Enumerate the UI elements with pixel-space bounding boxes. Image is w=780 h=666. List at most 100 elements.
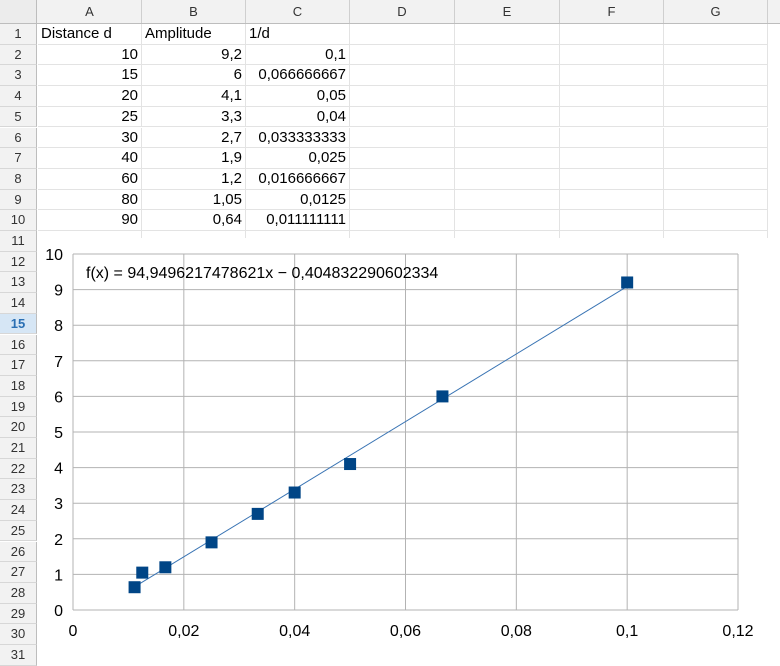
cell-b3[interactable]: 6 [142, 65, 246, 87]
row-header-23[interactable]: 23 [0, 479, 37, 501]
grid-cell[interactable] [455, 127, 560, 149]
row-header-16[interactable]: 16 [0, 334, 37, 356]
grid-cell[interactable] [560, 148, 664, 169]
grid-cell[interactable] [350, 106, 455, 128]
grid-cell[interactable] [664, 86, 768, 107]
cell-c9[interactable]: 0,0125 [246, 189, 350, 211]
row-header-11[interactable]: 11 [0, 231, 37, 252]
data-point[interactable] [344, 458, 357, 471]
grid-cell[interactable] [455, 189, 560, 211]
grid-cell[interactable] [350, 189, 455, 211]
grid-cell[interactable] [560, 127, 664, 149]
row-header-15[interactable]: 15 [0, 313, 37, 335]
column-header-d[interactable]: D [350, 0, 455, 23]
grid-cell[interactable] [664, 168, 768, 190]
cell-b7[interactable]: 1,9 [142, 148, 246, 169]
grid-cell[interactable] [560, 210, 664, 231]
grid-cell[interactable] [350, 86, 455, 107]
grid-cell[interactable] [664, 65, 768, 87]
grid-cell[interactable] [455, 148, 560, 169]
cell-c10[interactable]: 0,011111111 [246, 210, 350, 231]
row-header-26[interactable]: 26 [0, 541, 37, 563]
grid-cell[interactable] [664, 148, 768, 169]
row-header-30[interactable]: 30 [0, 624, 37, 645]
row-header-9[interactable]: 9 [0, 189, 37, 211]
cell-a2[interactable]: 10 [38, 44, 142, 66]
cell-b8[interactable]: 1,2 [142, 168, 246, 190]
row-header-2[interactable]: 2 [0, 44, 37, 66]
grid-cell[interactable] [350, 210, 455, 231]
row-header-8[interactable]: 8 [0, 168, 37, 190]
cell-c6[interactable]: 0,033333333 [246, 127, 350, 149]
row-header-27[interactable]: 27 [0, 562, 37, 583]
cell-b5[interactable]: 3,3 [142, 106, 246, 128]
grid-cell[interactable] [560, 168, 664, 190]
cell-c4[interactable]: 0,05 [246, 86, 350, 107]
grid-cell[interactable] [664, 210, 768, 231]
cell-b4[interactable]: 4,1 [142, 86, 246, 107]
grid-cell[interactable] [664, 106, 768, 128]
data-point[interactable] [288, 486, 301, 499]
grid-cell[interactable] [664, 189, 768, 211]
cell-c8[interactable]: 0,016666667 [246, 168, 350, 190]
row-header-18[interactable]: 18 [0, 375, 37, 397]
cell-b6[interactable]: 2,7 [142, 127, 246, 149]
grid-cell[interactable] [560, 65, 664, 87]
data-point[interactable] [205, 536, 218, 549]
grid-cell[interactable] [560, 106, 664, 128]
column-header-f[interactable]: F [560, 0, 664, 23]
column-header-c[interactable]: C [246, 0, 350, 23]
cell-a4[interactable]: 20 [38, 86, 142, 107]
row-header-25[interactable]: 25 [0, 520, 37, 542]
cell-c3[interactable]: 0,066666667 [246, 65, 350, 87]
cell-a3[interactable]: 15 [38, 65, 142, 87]
row-header-10[interactable]: 10 [0, 210, 37, 231]
row-header-7[interactable]: 7 [0, 148, 37, 169]
grid-cell[interactable] [664, 127, 768, 149]
row-header-17[interactable]: 17 [0, 355, 37, 376]
grid-cell[interactable] [455, 44, 560, 66]
grid-cell[interactable] [350, 65, 455, 87]
row-header-5[interactable]: 5 [0, 106, 37, 128]
row-header-12[interactable]: 12 [0, 251, 37, 273]
cell-a8[interactable]: 60 [38, 168, 142, 190]
grid-cell[interactable] [350, 148, 455, 169]
row-header-29[interactable]: 29 [0, 603, 37, 625]
column-header-b[interactable]: B [142, 0, 246, 23]
grid-cell[interactable] [455, 168, 560, 190]
data-point[interactable] [621, 276, 634, 289]
cell-b2[interactable]: 9,2 [142, 44, 246, 66]
cell-a7[interactable]: 40 [38, 148, 142, 169]
row-header-20[interactable]: 20 [0, 417, 37, 438]
cell-c7[interactable]: 0,025 [246, 148, 350, 169]
grid-cell[interactable] [560, 44, 664, 66]
row-header-1[interactable]: 1 [0, 24, 37, 45]
column-header-g[interactable]: G [664, 0, 768, 23]
cell-a5[interactable]: 25 [38, 106, 142, 128]
cell-b10[interactable]: 0,64 [142, 210, 246, 231]
grid-cell[interactable] [560, 189, 664, 211]
scatter-chart[interactable]: 0 1 2 3 4 5 6 7 8 9 10 0 0,02 0,04 0,06 0,08 0,1 0,12 f(x)… [38, 238, 780, 659]
data-point[interactable] [159, 561, 172, 574]
row-header-14[interactable]: 14 [0, 293, 37, 314]
data-point[interactable] [436, 390, 449, 403]
grid-cell[interactable] [664, 24, 768, 45]
grid-cell[interactable] [664, 44, 768, 66]
grid-cell[interactable] [455, 106, 560, 128]
row-header-22[interactable]: 22 [0, 458, 37, 480]
grid-cell[interactable] [455, 24, 560, 45]
cell-c1[interactable]: 1/d [246, 24, 350, 45]
row-header-24[interactable]: 24 [0, 500, 37, 521]
grid-cell[interactable] [350, 24, 455, 45]
data-point[interactable] [128, 581, 141, 594]
row-header-4[interactable]: 4 [0, 86, 37, 107]
row-header-13[interactable]: 13 [0, 272, 37, 294]
row-header-31[interactable]: 31 [0, 645, 37, 666]
cell-a9[interactable]: 80 [38, 189, 142, 211]
grid-cell[interactable] [455, 210, 560, 231]
grid-cell[interactable] [455, 86, 560, 107]
cell-b9[interactable]: 1,05 [142, 189, 246, 211]
cell-c2[interactable]: 0,1 [246, 44, 350, 66]
row-header-3[interactable]: 3 [0, 65, 37, 87]
cell-b1[interactable]: Amplitude [142, 24, 246, 45]
